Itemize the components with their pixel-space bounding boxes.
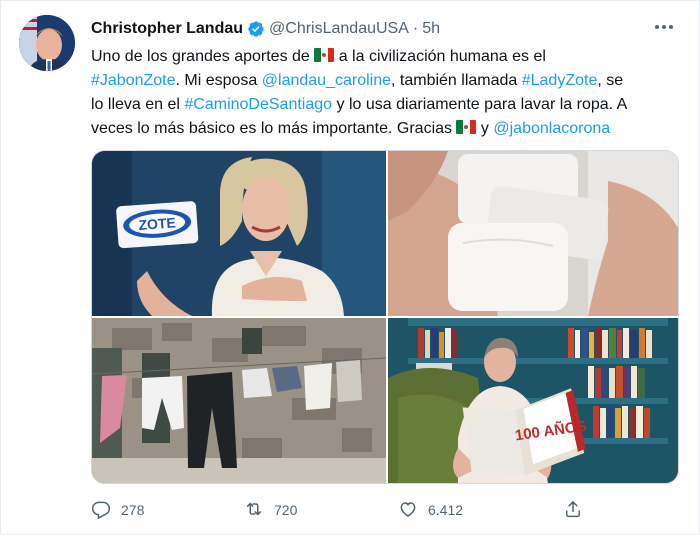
text-segment: lo lleva en el <box>91 96 185 113</box>
author-handle[interactable]: @ChrisLandauUSA <box>269 20 409 38</box>
reply-count: 278 <box>121 502 145 518</box>
tweet-card: Christopher Landau @ChrisLandauUSA · 5h … <box>0 0 700 535</box>
soap-brand-label: ZOTE <box>138 214 176 233</box>
mention-landau-caroline[interactable]: @landau_caroline <box>262 72 391 89</box>
more-icon[interactable] <box>651 17 677 37</box>
mexico-flag-icon <box>456 120 477 134</box>
like-icon <box>398 499 418 522</box>
media-grid: ZOTE 100 AÑOS <box>91 150 679 484</box>
reply-button[interactable]: 278 <box>91 493 144 527</box>
retweet-count: 720 <box>274 502 298 518</box>
separator-dot: · <box>412 20 419 37</box>
text-segment: y lo usa diariamente para lavar la ropa.… <box>332 96 628 113</box>
tweet-line-1: Uno de los grandes aportes de a la civil… <box>91 45 691 69</box>
tweet-line-2: #JabonZote. Mi esposa @landau_caroline, … <box>91 69 691 93</box>
author-name[interactable]: Christopher Landau <box>91 20 243 38</box>
mexico-flag-icon <box>314 48 335 62</box>
avatar[interactable] <box>19 15 75 71</box>
text-segment: y <box>476 120 494 137</box>
tweet-line-4: veces lo más básico es lo más importante… <box>91 117 691 141</box>
photo-soap-bars[interactable] <box>388 151 678 316</box>
text-segment: Uno de los grandes aportes de <box>91 48 315 65</box>
text-segment: . Mi esposa <box>175 72 262 89</box>
like-count: 6.412 <box>428 502 464 518</box>
like-button[interactable]: 6.412 <box>398 493 463 527</box>
verified-badge-icon <box>247 20 265 38</box>
hashtag-ladyzote[interactable]: #LadyZote <box>522 72 598 89</box>
tweet-line-3: lo lleva en el #CaminoDeSantiago y lo us… <box>91 93 691 117</box>
share-button[interactable] <box>563 493 583 527</box>
photo-man-reading[interactable]: 100 AÑOS <box>388 318 678 483</box>
hashtag-caminodesantiago[interactable]: #CaminoDeSantiago <box>184 96 332 113</box>
retweet-button[interactable]: 720 <box>244 493 297 527</box>
share-icon <box>563 499 583 522</box>
retweet-icon <box>244 499 264 522</box>
tweet-text: Uno de los grandes aportes de a la civil… <box>91 45 691 141</box>
tweet-header: Christopher Landau @ChrisLandauUSA · 5h <box>91 18 440 40</box>
reply-icon <box>91 499 111 522</box>
text-segment: veces lo más básico es lo más importante… <box>91 120 457 137</box>
tweet-actions: 278 720 6.412 <box>1 493 700 527</box>
text-segment: a la civilización humana es el <box>334 48 546 65</box>
text-segment: , se <box>597 72 624 89</box>
mention-jabonlacorona[interactable]: @jabonlacorona <box>493 120 610 137</box>
text-segment: , también llamada <box>391 72 522 89</box>
timestamp[interactable]: 5h <box>422 20 440 38</box>
photo-woman-with-soap[interactable]: ZOTE <box>92 151 386 316</box>
hashtag-jabonzote[interactable]: #JabonZote <box>91 72 176 89</box>
photo-clothesline[interactable] <box>92 318 386 483</box>
